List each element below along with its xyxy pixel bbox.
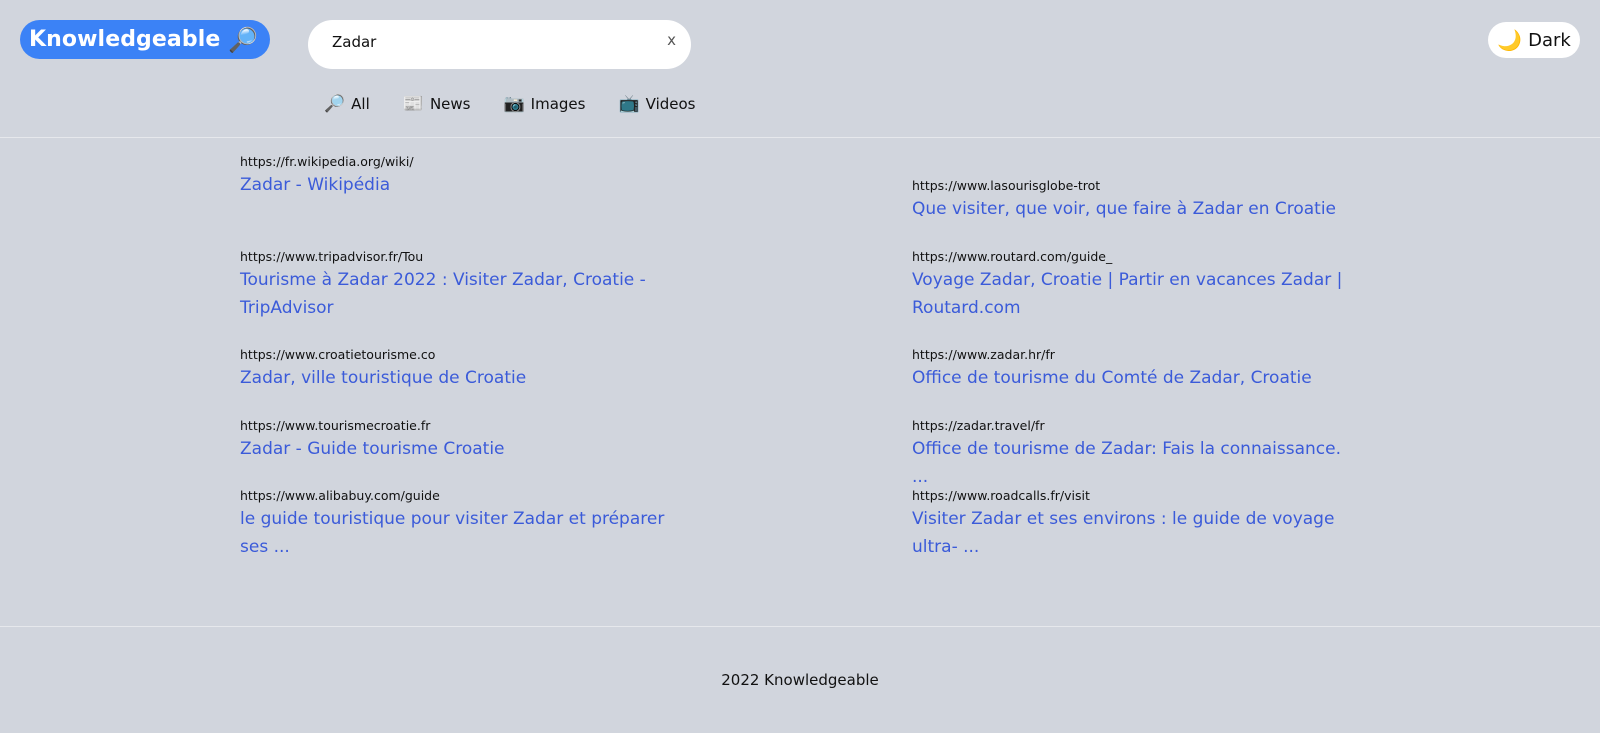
result-title-link[interactable]: Que visiter, que voir, que faire à Zadar…	[912, 195, 1362, 223]
newspaper-icon: 📰	[402, 93, 424, 114]
result-item: https://www.roadcalls.fr/visit Visiter Z…	[912, 487, 1362, 561]
result-item: https://www.tourismecroatie.fr Zadar - G…	[240, 417, 690, 463]
search-results: https://fr.wikipedia.org/wiki/ Zadar - W…	[0, 137, 1600, 627]
result-title-link[interactable]: Zadar - Guide tourisme Croatie	[240, 435, 690, 463]
tab-label: Videos	[645, 95, 696, 113]
result-title-link[interactable]: le guide touristique pour visiter Zadar …	[240, 505, 690, 561]
magnifier-icon: 🔎	[228, 25, 259, 54]
result-url: https://www.tripadvisor.fr/Tou	[240, 249, 424, 264]
result-title-link[interactable]: Visiter Zadar et ses environs : le guide…	[912, 505, 1362, 561]
header: Knowledgeable 🔎 x 🌙 Dark 🔎 All 📰 News 📷 …	[0, 0, 1600, 138]
footer: 2022 Knowledgeable	[0, 626, 1600, 733]
result-url: https://zadar.travel/fr	[912, 418, 1045, 433]
logo-text: Knowledgeable	[29, 27, 221, 52]
result-url: https://www.routard.com/guide_	[912, 249, 1113, 264]
magnifier-icon: 🔎	[324, 93, 346, 114]
result-title-link[interactable]: Voyage Zadar, Croatie | Partir en vacanc…	[912, 266, 1362, 322]
result-item: https://www.croatietourisme.co Zadar, vi…	[240, 346, 690, 392]
tab-videos[interactable]: 📺 Videos	[618, 95, 695, 113]
result-item: https://www.routard.com/guide_ Voyage Za…	[912, 248, 1362, 322]
dark-mode-label: Dark	[1528, 29, 1571, 51]
result-title-link[interactable]: Zadar, ville touristique de Croatie	[240, 364, 690, 392]
tab-label: Images	[530, 95, 586, 113]
camera-icon: 📷	[503, 93, 525, 114]
tab-all[interactable]: 🔎 All	[324, 95, 370, 113]
result-item: https://fr.wikipedia.org/wiki/ Zadar - W…	[240, 153, 690, 199]
search-input[interactable]	[332, 33, 632, 51]
result-title-link[interactable]: Office de tourisme de Zadar: Fais la con…	[912, 435, 1362, 491]
tab-images[interactable]: 📷 Images	[504, 95, 586, 113]
result-url: https://www.lasourisglobe-trot	[912, 178, 1101, 193]
search-box: x	[308, 20, 691, 69]
result-url: https://fr.wikipedia.org/wiki/	[240, 154, 414, 169]
clear-search-button[interactable]: x	[667, 31, 676, 49]
moon-icon: 🌙	[1497, 28, 1523, 52]
result-item: https://www.lasourisglobe-trot Que visit…	[912, 177, 1362, 223]
tab-label: News	[429, 95, 471, 113]
search-tabs: 🔎 All 📰 News 📷 Images 📺 Videos	[324, 95, 695, 113]
tab-news[interactable]: 📰 News	[403, 95, 471, 113]
tab-label: All	[351, 95, 370, 113]
result-url: https://www.croatietourisme.co	[240, 347, 436, 362]
result-item: https://www.tripadvisor.fr/Tou Tourisme …	[240, 248, 690, 322]
result-url: https://www.zadar.hr/fr	[912, 347, 1055, 362]
result-title-link[interactable]: Office de tourisme du Comté de Zadar, Cr…	[912, 364, 1362, 392]
dark-mode-toggle[interactable]: 🌙 Dark	[1488, 22, 1580, 58]
result-url: https://www.alibabuy.com/guide	[240, 488, 440, 503]
result-url: https://www.roadcalls.fr/visit	[912, 488, 1090, 503]
result-item: https://www.zadar.hr/fr Office de touris…	[912, 346, 1362, 392]
result-url: https://www.tourismecroatie.fr	[240, 418, 431, 433]
result-title-link[interactable]: Zadar - Wikipédia	[240, 171, 690, 199]
television-icon: 📺	[618, 93, 640, 114]
result-item: https://zadar.travel/fr Office de touris…	[912, 417, 1362, 491]
result-title-link[interactable]: Tourisme à Zadar 2022 : Visiter Zadar, C…	[240, 266, 690, 322]
result-item: https://www.alibabuy.com/guide le guide …	[240, 487, 690, 561]
footer-copyright: 2022 Knowledgeable	[721, 671, 879, 689]
logo[interactable]: Knowledgeable 🔎	[20, 20, 271, 59]
